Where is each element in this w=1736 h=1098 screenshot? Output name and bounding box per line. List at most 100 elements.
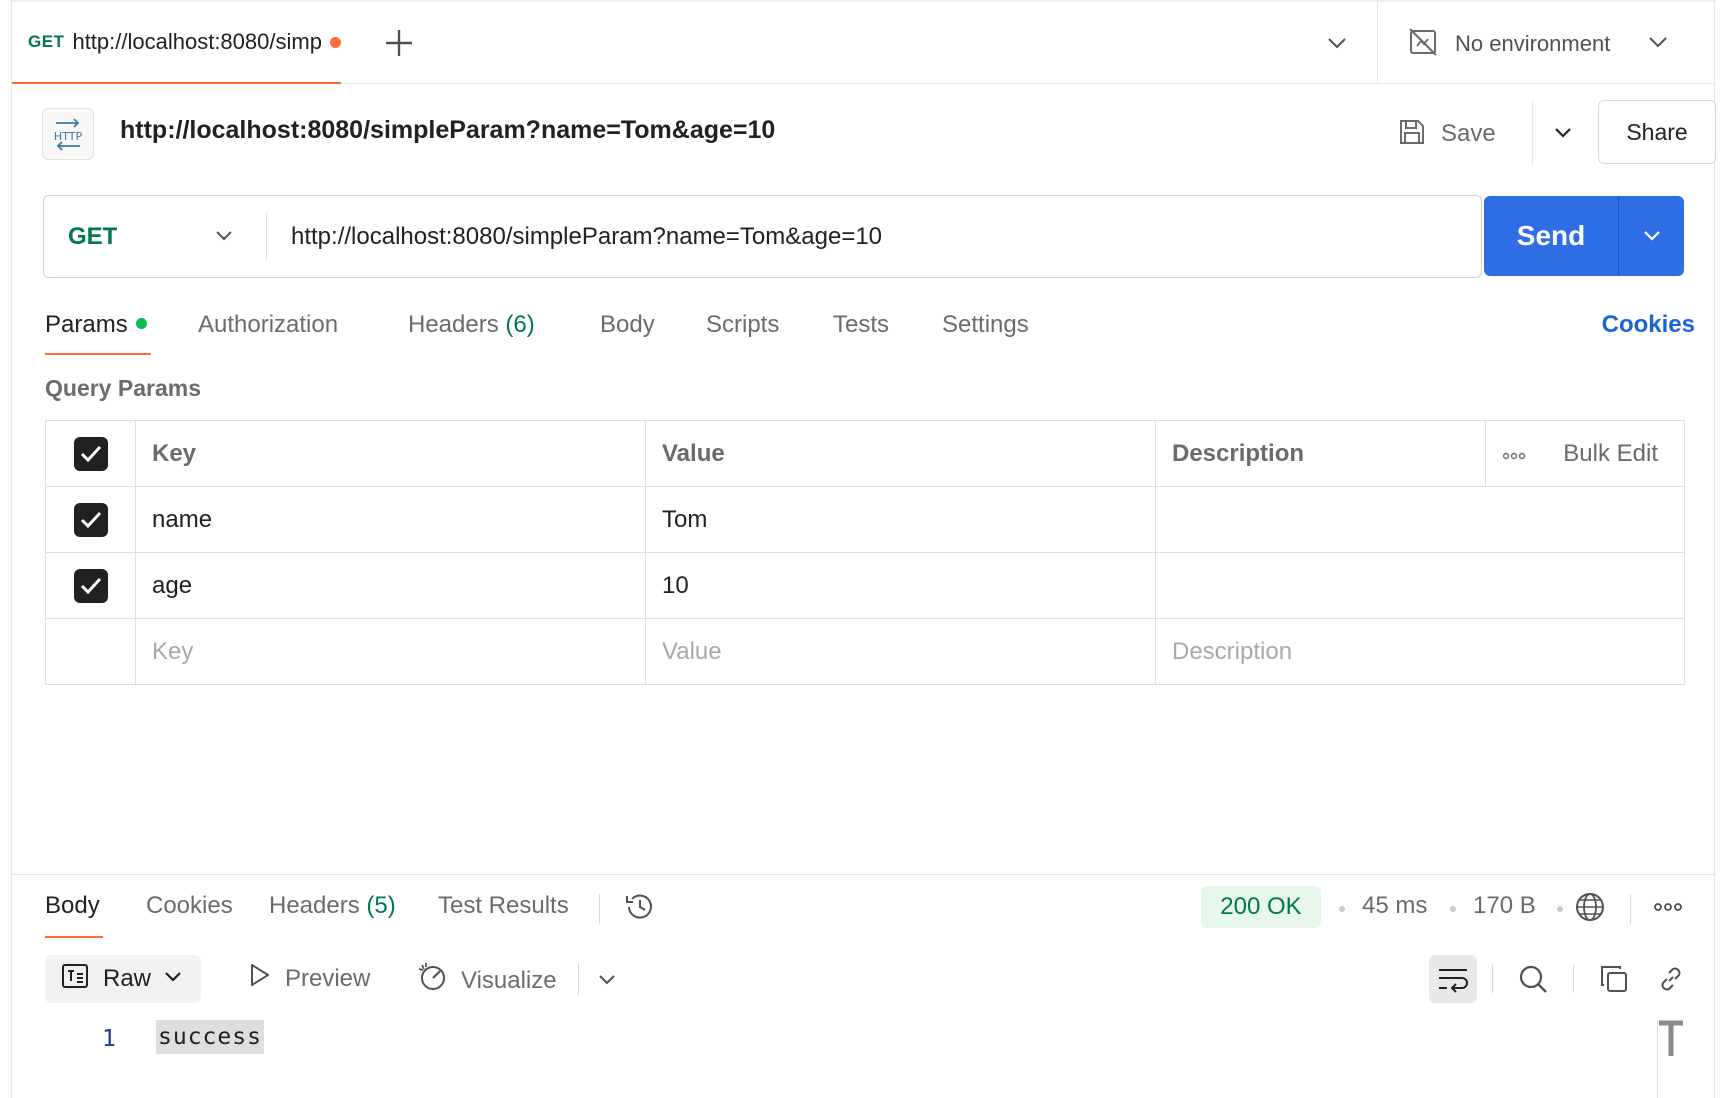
response-headers-count: (5)	[366, 892, 396, 919]
param-key[interactable]: age	[135, 552, 646, 619]
divider	[1573, 965, 1574, 993]
separator-dot	[1339, 906, 1345, 912]
save-button[interactable]: Save	[1397, 110, 1496, 158]
bulk-edit-cell: Bulk Edit	[1485, 420, 1685, 487]
text-cursor-icon	[1657, 1020, 1685, 1058]
format-selector[interactable]: Raw	[45, 955, 201, 1003]
environment-selector[interactable]: No environment	[1407, 24, 1671, 64]
new-value-placeholder[interactable]: Value	[645, 618, 1156, 685]
unsaved-changes-dot	[330, 36, 341, 48]
new-key-placeholder[interactable]: Key	[135, 618, 646, 685]
tab-method-label: GET	[28, 32, 65, 51]
http-icon: HTTP	[42, 108, 94, 160]
history-icon[interactable]	[623, 890, 657, 929]
method-chevron-down-icon	[212, 224, 236, 253]
globe-icon[interactable]	[1573, 890, 1607, 929]
tab-headers-label: Headers	[408, 311, 499, 338]
send-options-chevron-down-icon[interactable]	[1619, 224, 1684, 248]
separator-dot	[1450, 906, 1456, 912]
line-number: 1	[102, 1026, 116, 1052]
response-body-line[interactable]: success	[156, 1020, 264, 1054]
copy-icon[interactable]	[1596, 961, 1632, 997]
cookies-link[interactable]: Cookies	[1602, 311, 1695, 339]
tab-params-label: Params	[45, 311, 128, 338]
active-tab-underline	[45, 353, 151, 355]
key-column-header: Key	[135, 420, 646, 487]
params-active-dot	[135, 318, 147, 330]
wrap-lines-icon[interactable]	[1429, 955, 1477, 1003]
format-chevron-down-icon	[163, 965, 183, 993]
postman-window: GET http://localhost:8080/simpleParam?na…	[11, 0, 1716, 1098]
request-header: HTTP http://localhost:8080/simpleParam?n…	[42, 100, 1716, 166]
param-description[interactable]	[1155, 486, 1685, 553]
divider	[599, 894, 600, 924]
param-value[interactable]: Tom	[645, 486, 1156, 553]
share-button[interactable]: Share	[1598, 100, 1716, 164]
tab-scripts[interactable]: Scripts	[706, 311, 779, 339]
description-column-header: Description	[1155, 420, 1486, 487]
divider	[12, 874, 1716, 875]
method-selector[interactable]: GET	[44, 196, 266, 277]
status-badge[interactable]: 200 OK	[1201, 886, 1321, 928]
preview-button[interactable]: Preview	[245, 961, 370, 996]
value-column-header: Value	[645, 420, 1156, 487]
environment-label: No environment	[1455, 31, 1611, 56]
more-options-icon[interactable]	[1502, 440, 1526, 468]
search-icon[interactable]	[1515, 961, 1551, 997]
row-checkbox[interactable]	[73, 502, 108, 537]
table-row: name Tom	[45, 486, 1685, 553]
link-icon[interactable]	[1653, 961, 1689, 997]
no-environment-icon	[1407, 26, 1439, 63]
query-params-table: Key Value Description Bulk Edit name Tom	[45, 420, 1685, 685]
table-row-empty: Key Value Description	[45, 618, 1685, 685]
param-key[interactable]: name	[135, 486, 646, 553]
select-all-cell	[45, 420, 136, 487]
row-check-cell	[45, 552, 136, 619]
url-input[interactable]	[267, 196, 1481, 277]
divider	[1630, 894, 1631, 924]
tab-authorization[interactable]: Authorization	[198, 311, 338, 339]
row-checkbox[interactable]	[73, 568, 108, 603]
tab-params[interactable]: Params	[45, 311, 147, 339]
response-tab-headers[interactable]: Headers (5)	[269, 892, 396, 920]
divider	[578, 963, 579, 995]
visualize-chevron-down-icon[interactable]	[589, 961, 625, 997]
response-more-options-icon[interactable]	[1653, 900, 1683, 918]
tab-tests[interactable]: Tests	[833, 311, 889, 339]
response-tab-test-results[interactable]: Test Results	[438, 892, 569, 920]
table-header-row: Key Value Description Bulk Edit	[45, 420, 1685, 487]
new-description-placeholder[interactable]: Description	[1155, 618, 1685, 685]
tabs-dropdown-chevron-down-icon[interactable]	[1324, 30, 1350, 56]
send-label: Send	[1516, 220, 1586, 251]
request-tabs: Params Authorization Headers (6) Body Sc…	[45, 305, 1695, 357]
response-toolbar: Raw Preview Visualize	[45, 955, 1695, 1003]
visualize-icon	[417, 961, 449, 1000]
svg-text:HTTP: HTTP	[54, 130, 83, 143]
environment-chevron-down-icon	[1645, 29, 1671, 60]
response-tab-body[interactable]: Body	[45, 892, 100, 920]
table-row: age 10	[45, 552, 1685, 619]
response-body-editor[interactable]: 1 success	[12, 1018, 1692, 1078]
response-size[interactable]: 170 B	[1473, 892, 1536, 920]
visualize-button[interactable]: Visualize	[417, 961, 557, 1000]
bulk-edit-button[interactable]: Bulk Edit	[1563, 440, 1658, 468]
tab-body[interactable]: Body	[600, 311, 655, 339]
divider	[1492, 965, 1493, 993]
param-description[interactable]	[1155, 552, 1685, 619]
request-tab[interactable]: GET http://localhost:8080/simpleParam?na…	[12, 2, 341, 84]
active-tab-underline	[45, 936, 103, 938]
row-check-cell	[45, 618, 136, 685]
response-tab-cookies[interactable]: Cookies	[146, 892, 233, 920]
new-tab-plus-icon[interactable]	[382, 26, 416, 60]
save-options-chevron-down-icon[interactable]	[1546, 116, 1580, 150]
method-label: GET	[68, 222, 118, 250]
send-button[interactable]: Send	[1484, 196, 1684, 276]
response-time[interactable]: 45 ms	[1362, 892, 1427, 920]
param-value[interactable]: 10	[645, 552, 1156, 619]
request-name[interactable]: http://localhost:8080/simpleParam?name=T…	[120, 116, 775, 145]
tab-settings[interactable]: Settings	[942, 311, 1029, 339]
tab-headers[interactable]: Headers (6)	[408, 311, 535, 339]
visualize-label: Visualize	[461, 966, 557, 994]
play-icon	[245, 961, 273, 996]
select-all-checkbox[interactable]	[73, 436, 108, 471]
